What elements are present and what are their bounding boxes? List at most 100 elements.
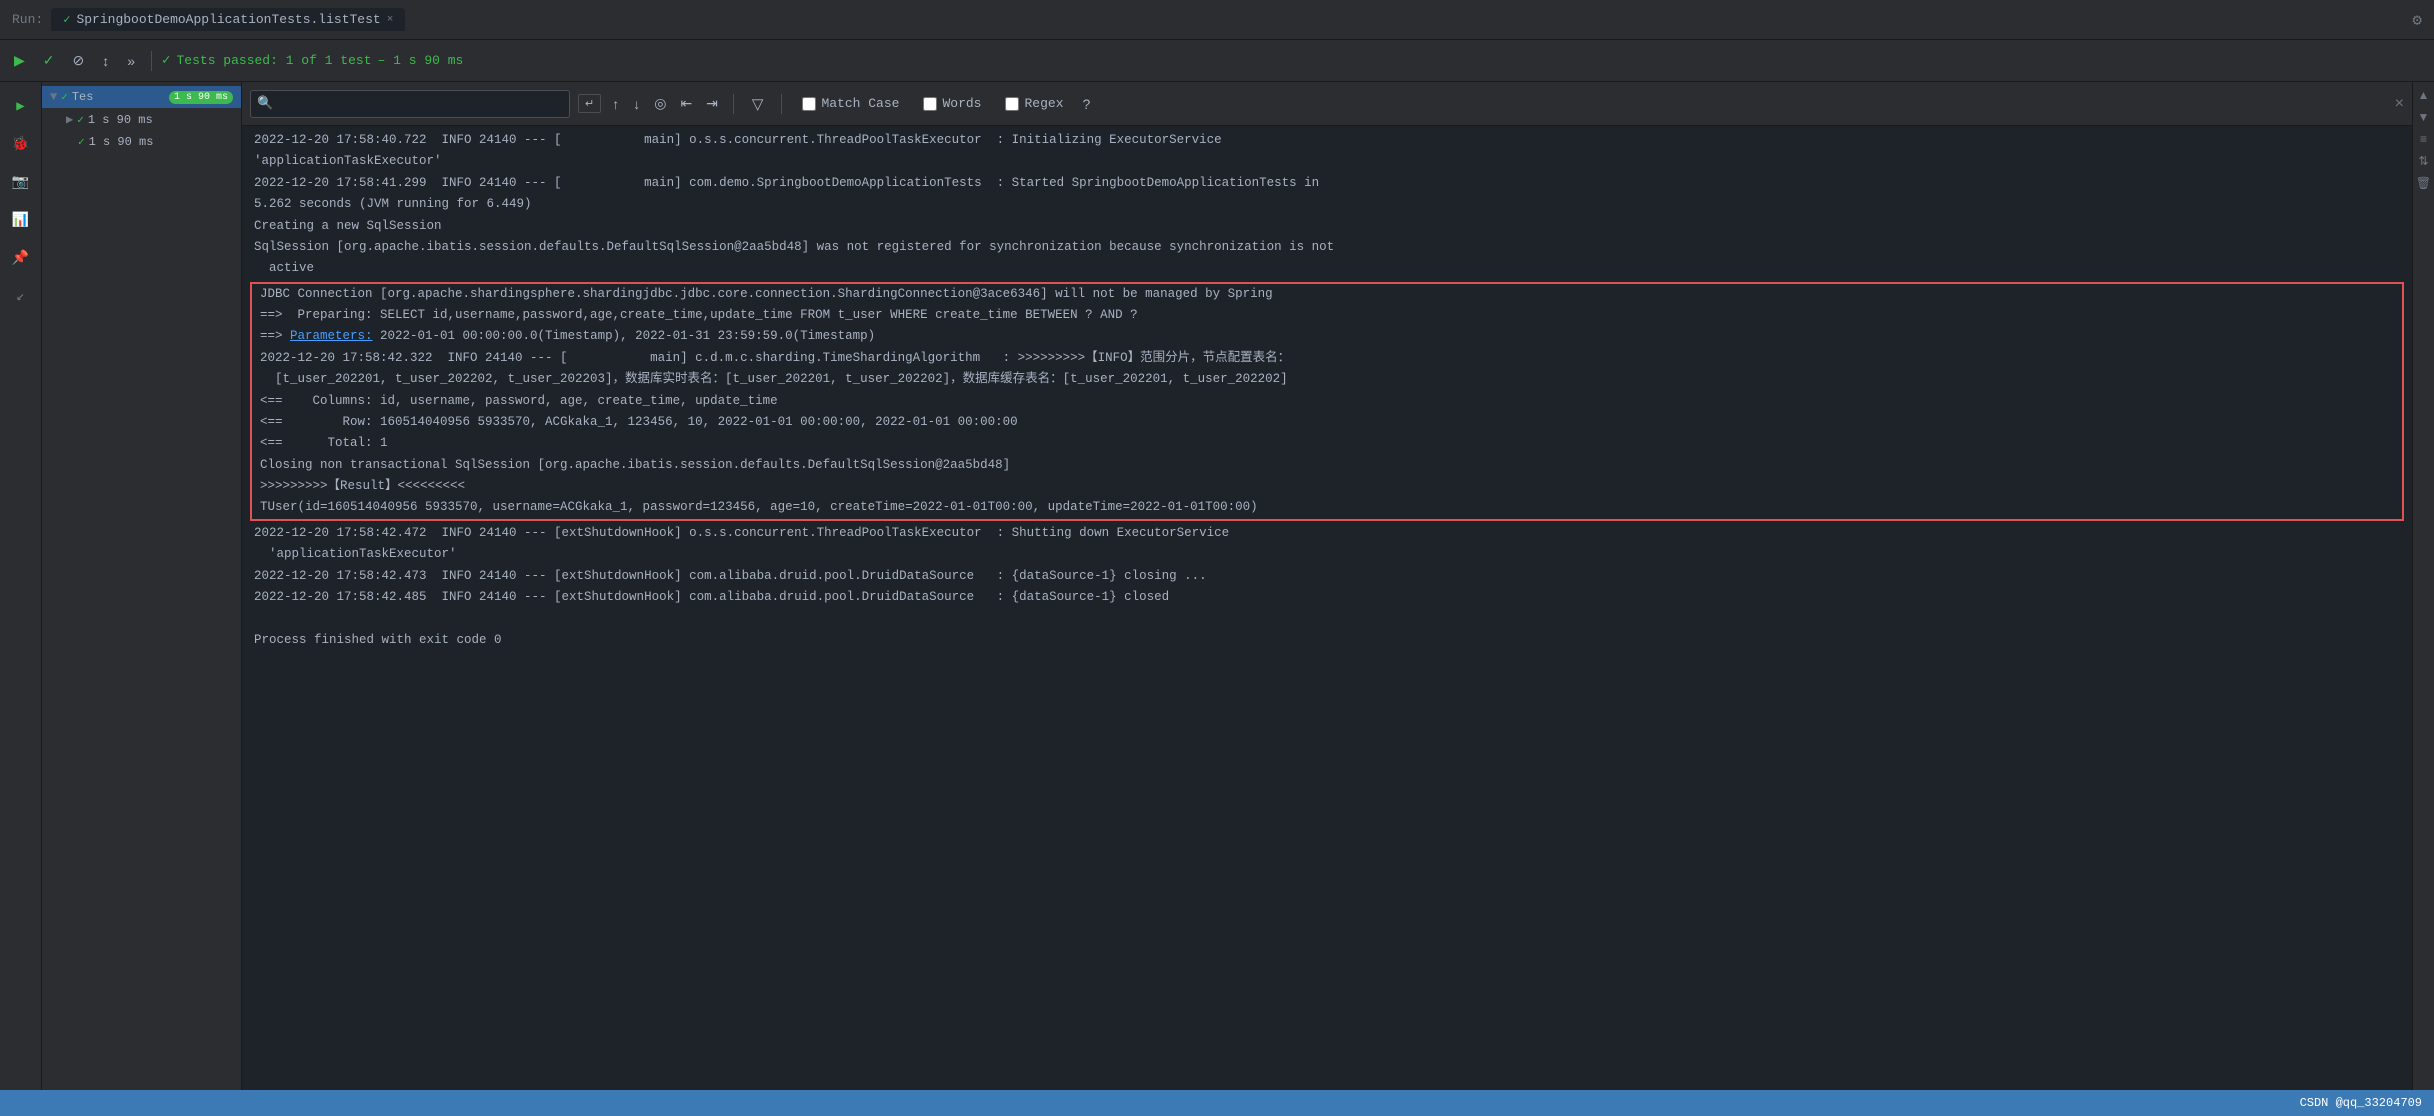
log-content[interactable]: 2022-12-20 17:58:40.722 INFO 24140 --- [… [242, 126, 2412, 1090]
sidebar-camera-icon[interactable]: 📷 [5, 166, 37, 198]
test-time-badge: 1 s 90 ms [169, 91, 233, 104]
search-up-button[interactable]: ↑ [609, 93, 622, 115]
toolbar-separator [151, 51, 152, 71]
log-line-highlighted: <== Columns: id, username, password, age… [252, 391, 2402, 412]
sidebar-import-icon[interactable]: ↙ [5, 280, 37, 312]
stop-button[interactable]: ⊘ [67, 48, 91, 73]
title-bar: Run: ✓ SpringbootDemoApplicationTests.li… [0, 0, 2434, 40]
log-line-highlighted: ==> Preparing: SELECT id,username,passwo… [252, 305, 2402, 326]
test-item-label-3: 1 s 90 ms [89, 135, 154, 149]
test-item-root[interactable]: ▼ ✓ Tes 1 s 90 ms [42, 86, 241, 108]
test-item-sub[interactable]: ✓ 1 s 90 ms [42, 131, 241, 153]
right-sort-button[interactable]: ⇅ [2415, 152, 2433, 170]
log-line-highlighted: >>>>>>>>>【Result】<<<<<<<<< [252, 476, 2402, 497]
log-line: SqlSession [org.apache.ibatis.session.de… [242, 237, 2412, 258]
title-tab[interactable]: ✓ SpringbootDemoApplicationTests.listTes… [51, 8, 405, 31]
search-filter-button[interactable]: ▽ [746, 92, 770, 116]
log-line-highlighted: [t_user_202201, t_user_202202, t_user_20… [252, 369, 2402, 390]
search-down-button[interactable]: ↓ [630, 93, 643, 115]
log-line: 2022-12-20 17:58:40.722 INFO 24140 --- [… [242, 130, 2412, 151]
match-case-label: Match Case [821, 96, 899, 111]
log-line: 'applicationTaskExecutor' [242, 151, 2412, 172]
test-check-icon-3: ✓ [78, 135, 85, 149]
log-line: 5.262 seconds (JVM running for 6.449) [242, 194, 2412, 215]
log-line: active [242, 258, 2412, 279]
log-line: Creating a new SqlSession [242, 216, 2412, 237]
close-search-button[interactable]: × [2395, 95, 2404, 113]
log-line-highlighted: Closing non transactional SqlSession [or… [252, 455, 2402, 476]
search-bar: 🔍 ↵ ↑ ↓ ◎ ⇤ ⇥ ▽ Match Case Words Regex [242, 82, 2412, 126]
search-circle-button[interactable]: ◎ [651, 92, 669, 115]
words-checkbox[interactable] [923, 97, 937, 111]
status-csdn: CSDN @qq_33204709 [2300, 1096, 2422, 1110]
test-check-icon: ✓ [61, 90, 68, 104]
scroll-top-button[interactable]: ▲ [2415, 86, 2433, 104]
sidebar-debug-icon[interactable]: 🐞 [5, 128, 37, 160]
words-option[interactable]: Words [915, 93, 989, 114]
log-line: 2022-12-20 17:58:42.472 INFO 24140 --- [… [242, 523, 2412, 544]
log-line-highlighted: ==> Parameters: 2022-01-01 00:00:00.0(Ti… [252, 326, 2402, 347]
tests-passed-label: Tests passed: 1 of 1 test [176, 53, 371, 68]
log-line-highlighted: 2022-12-20 17:58:42.322 INFO 24140 --- [… [252, 348, 2402, 369]
log-line-highlighted: <== Total: 1 [252, 433, 2402, 454]
search-magnifier-icon: 🔍 [257, 96, 273, 111]
log-line: 2022-12-20 17:58:42.473 INFO 24140 --- [… [242, 566, 2412, 587]
regex-option[interactable]: Regex [997, 93, 1071, 114]
match-case-option[interactable]: Match Case [794, 93, 907, 114]
regex-checkbox[interactable] [1005, 97, 1019, 111]
log-line-highlighted: TUser(id=160514040956 5933570, username=… [252, 497, 2402, 518]
tests-duration: – 1 s 90 ms [378, 53, 464, 68]
run-button[interactable]: ▶ [8, 48, 31, 73]
tab-title: SpringbootDemoApplicationTests.listTest [76, 12, 380, 27]
search-next-button[interactable]: ⇥ [703, 92, 721, 115]
match-case-checkbox[interactable] [802, 97, 816, 111]
run-label: Run: [12, 12, 43, 27]
search-input-wrap[interactable]: 🔍 [250, 90, 570, 118]
right-panel: ▲ ▼ ≡ ⇅ 🗑 [2412, 82, 2434, 1090]
log-line: 2022-12-20 17:58:42.485 INFO 24140 --- [… [242, 587, 2412, 608]
test-item-label-2: 1 s 90 ms [88, 113, 153, 127]
sidebar-run-icon[interactable]: ▶ [5, 90, 37, 122]
log-line-highlighted: <== Row: 160514040956 5933570, ACGkaka_1… [252, 412, 2402, 433]
test-check-icon-2: ✓ [77, 113, 84, 127]
passed-check-icon: ✓ [162, 52, 170, 69]
words-label: Words [942, 96, 981, 111]
log-line-highlighted: JDBC Connection [org.apache.shardingsphe… [252, 284, 2402, 305]
main-area: ▶ 🐞 📷 📊 📌 ↙ ▼ ✓ Tes 1 s 90 ms ▶ ✓ 1 s 90… [0, 82, 2434, 1090]
sidebar-coverage-icon[interactable]: 📊 [5, 204, 37, 236]
test-panel: ▼ ✓ Tes 1 s 90 ms ▶ ✓ 1 s 90 ms ✓ 1 s 90… [42, 82, 242, 1090]
tree-arrow-icon: ▼ [50, 90, 57, 104]
regex-help-button[interactable]: ? [1080, 93, 1094, 115]
right-clear-button[interactable]: 🗑 [2415, 174, 2433, 192]
tests-passed-status: ✓ Tests passed: 1 of 1 test – 1 s 90 ms [162, 52, 463, 69]
test-tree: ▼ ✓ Tes 1 s 90 ms ▶ ✓ 1 s 90 ms ✓ 1 s 90… [42, 82, 241, 1090]
console-area: 🔍 ↵ ↑ ↓ ◎ ⇤ ⇥ ▽ Match Case Words Regex [242, 82, 2412, 1090]
highlighted-log-section: JDBC Connection [org.apache.shardingsphe… [250, 282, 2404, 521]
tree-arrow-icon-2: ▶ [66, 112, 73, 127]
left-sidebar: ▶ 🐞 📷 📊 📌 ↙ [0, 82, 42, 1090]
log-line: Process finished with exit code 0 [242, 630, 2412, 651]
toolbar: ▶ ✓ ⊘ ↕ » ✓ Tests passed: 1 of 1 test – … [0, 40, 2434, 82]
tab-status-icon: ✓ [63, 12, 70, 27]
search-divider-2 [781, 94, 782, 114]
log-line: 2022-12-20 17:58:41.299 INFO 24140 --- [… [242, 173, 2412, 194]
log-line: 'applicationTaskExecutor' [242, 544, 2412, 565]
reorder-button[interactable]: ↕ [96, 49, 115, 73]
status-right: CSDN @qq_33204709 [2300, 1096, 2422, 1110]
search-enter-button[interactable]: ↵ [578, 94, 601, 113]
settings-icon[interactable]: ⚙ [2412, 10, 2422, 30]
test-item-list[interactable]: ▶ ✓ 1 s 90 ms [42, 108, 241, 131]
status-bar: CSDN @qq_33204709 [0, 1090, 2434, 1116]
search-input[interactable] [277, 96, 563, 111]
scroll-bottom-button[interactable]: ▼ [2415, 108, 2433, 126]
log-line [242, 608, 2412, 629]
right-lines-button[interactable]: ≡ [2415, 130, 2433, 148]
regex-label: Regex [1024, 96, 1063, 111]
search-prev-button[interactable]: ⇤ [677, 92, 695, 115]
tab-close-icon[interactable]: × [387, 14, 394, 26]
more-button[interactable]: » [121, 49, 141, 73]
rerun-passed-button[interactable]: ✓ [37, 48, 61, 73]
search-divider [733, 94, 734, 114]
sidebar-pin-icon[interactable]: 📌 [5, 242, 37, 274]
parameters-link[interactable]: Parameters: [290, 329, 373, 343]
